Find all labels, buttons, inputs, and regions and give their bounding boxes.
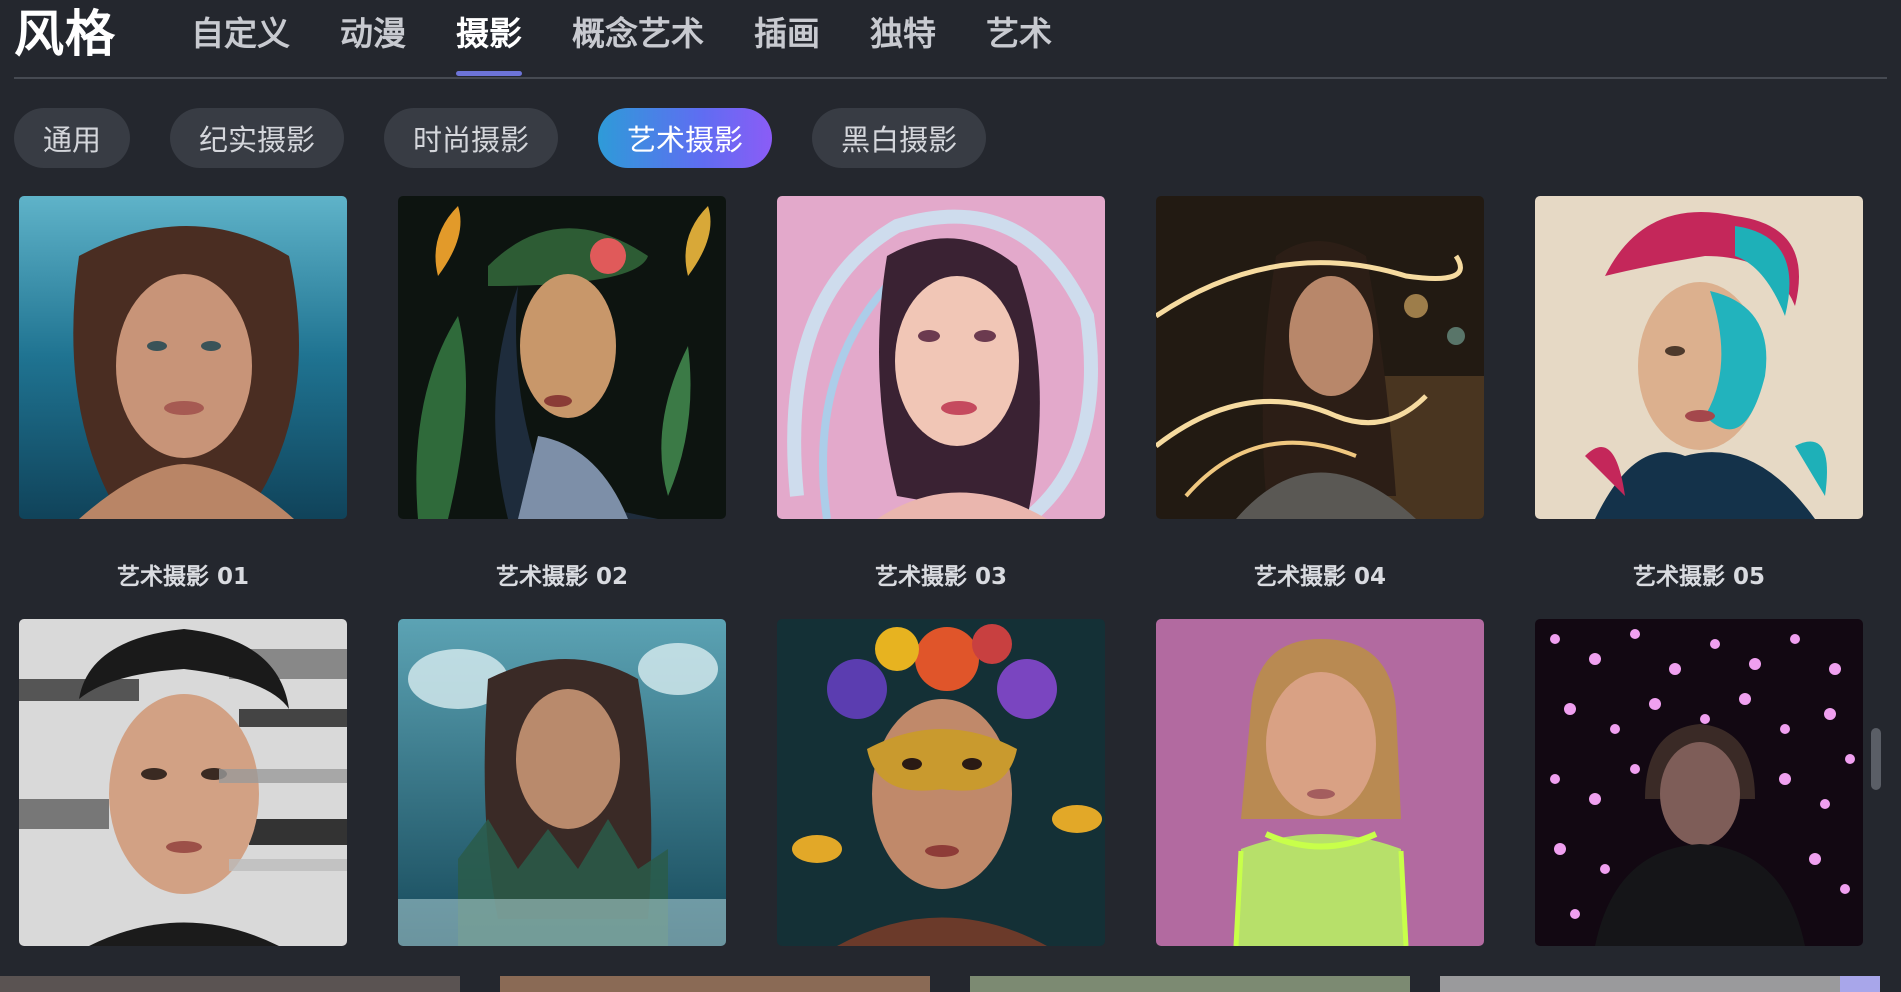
preview-gap (930, 976, 970, 992)
light-trail-portrait-thumbnail (1156, 196, 1484, 519)
tab-photography[interactable]: 摄影 (456, 10, 522, 76)
botanical-portrait-thumbnail (398, 196, 726, 519)
tab-custom[interactable]: 自定义 (191, 10, 290, 58)
style-card[interactable] (398, 619, 726, 946)
style-grid-row-2 (19, 619, 1863, 946)
style-grid-row-1: 艺术摄影 01 艺术摄影 02 艺术摄影 03 艺术摄影 04 艺术摄影 05 (19, 196, 1863, 619)
underwater-portrait-thumbnail (19, 196, 347, 519)
category-header: 风格 自定义 动漫 摄影 概念艺术 插画 独特 艺术 (14, 0, 1887, 79)
style-caption: 艺术摄影 02 (495, 564, 628, 590)
preview-thumbnail (1840, 976, 1880, 992)
chip-general[interactable]: 通用 (14, 108, 131, 168)
chip-art-photography[interactable]: 艺术摄影 (598, 108, 773, 168)
tab-label: 独特 (870, 14, 936, 53)
style-card[interactable] (19, 619, 347, 946)
style-card[interactable]: 艺术摄影 02 (398, 196, 726, 619)
flower-mask-portrait-thumbnail (777, 619, 1105, 946)
page-title: 风格 (14, 5, 116, 63)
tab-label: 插画 (754, 14, 820, 53)
preview-thumbnail (970, 976, 1410, 992)
tab-label: 自定义 (191, 14, 290, 53)
tab-unique[interactable]: 独特 (870, 10, 936, 58)
subcategory-chips: 通用 纪实摄影 时尚摄影 艺术摄影 黑白摄影 (14, 108, 1026, 168)
preview-gap (460, 976, 500, 992)
style-card[interactable]: 艺术摄影 01 (19, 196, 347, 619)
preview-thumbnail (0, 976, 460, 992)
glass-swirl-portrait-thumbnail (777, 196, 1105, 519)
tab-concept-art[interactable]: 概念艺术 (572, 10, 704, 58)
style-card[interactable] (777, 619, 1105, 946)
paint-splash-portrait-thumbnail (1535, 196, 1863, 519)
style-picker-page: 风格 自定义 动漫 摄影 概念艺术 插画 独特 艺术 通用 纪实摄影 时尚摄影 … (0, 0, 1901, 992)
chip-black-white[interactable]: 黑白摄影 (812, 108, 987, 168)
style-card[interactable] (1535, 619, 1863, 946)
tab-art[interactable]: 艺术 (986, 10, 1052, 58)
category-tabs: 自定义 动漫 摄影 概念艺术 插画 独特 艺术 (191, 10, 1102, 76)
neon-portrait-thumbnail (1156, 619, 1484, 946)
tab-indicator (456, 71, 522, 76)
style-card[interactable]: 艺术摄影 05 (1535, 196, 1863, 619)
tab-illustration[interactable]: 插画 (754, 10, 820, 58)
style-card[interactable]: 艺术摄影 03 (777, 196, 1105, 619)
tab-label: 动漫 (340, 14, 406, 53)
bokeh-portrait-thumbnail (1535, 619, 1863, 946)
preview-gap (1410, 976, 1440, 992)
tab-anime[interactable]: 动漫 (340, 10, 406, 58)
scrollbar-thumb[interactable] (1871, 728, 1881, 790)
style-caption: 艺术摄影 03 (874, 564, 1007, 590)
preview-thumbnail (1440, 976, 1840, 992)
double-exposure-portrait-thumbnail (398, 619, 726, 946)
tab-label: 艺术 (986, 14, 1052, 53)
glitch-portrait-thumbnail (19, 619, 347, 946)
chip-fashion[interactable]: 时尚摄影 (384, 108, 559, 168)
preview-thumbnail (500, 976, 930, 992)
style-card[interactable]: 艺术摄影 04 (1156, 196, 1484, 619)
style-caption: 艺术摄影 05 (1632, 564, 1765, 590)
chip-documentary[interactable]: 纪实摄影 (170, 108, 345, 168)
style-card[interactable] (1156, 619, 1484, 946)
style-caption: 艺术摄影 01 (116, 564, 249, 590)
tab-label: 概念艺术 (572, 14, 704, 53)
next-row-preview (0, 976, 1901, 992)
tab-label: 摄影 (456, 14, 522, 53)
style-caption: 艺术摄影 04 (1253, 564, 1386, 590)
